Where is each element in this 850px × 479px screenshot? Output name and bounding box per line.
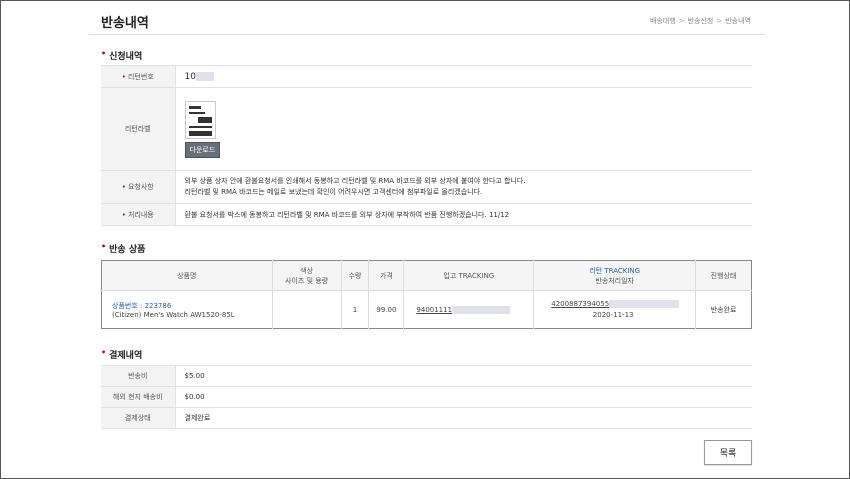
qty-cell: 1 — [341, 290, 370, 329]
in-tracking-cell: 94001111 — [403, 290, 535, 329]
table-row: 해외 현지 배송비 $0.00 — [101, 386, 752, 408]
return-label-label: 리턴라벨 — [101, 87, 176, 171]
application-section-title: • 신청내역 — [101, 49, 143, 62]
breadcrumb: 배송대행 > 반송신청 > 반송내역 — [650, 16, 751, 26]
return-number-value: 10 — [175, 65, 752, 88]
return-label-cell: 다운로드 — [175, 87, 752, 171]
header-divider — [89, 34, 765, 35]
payment-status-value: 결제완료 — [175, 407, 752, 429]
processing-label: • 처리내용 — [101, 203, 176, 226]
price-cell: 99.00 — [368, 290, 405, 329]
breadcrumb-item-shipping[interactable]: 배송대행 — [650, 17, 676, 25]
table-row: 상품번호 : 223786 (Citizen) Men's Watch AW15… — [101, 290, 752, 329]
processing-value: 환불 요청서를 박스에 동봉하고 리턴라벨 및 RMA 바코드를 외부 상자에 … — [175, 203, 752, 226]
col-header-price: 가격 — [368, 260, 405, 291]
application-table: • 리턴번호 10 리턴라벨 다운로드 • 요청사항 외부 상품 상자 안에 환… — [101, 65, 752, 226]
required-dot-icon: • — [121, 210, 126, 219]
col-header-return-tracking: 리턴 TRACKING 반송처리일자 — [533, 260, 697, 291]
local-shipping-fee-value: $0.00 — [175, 386, 752, 408]
local-shipping-fee-label: 해외 현지 배송비 — [101, 386, 176, 408]
required-dot-icon: • — [121, 183, 126, 191]
return-number-label: • 리턴번호 — [101, 65, 176, 88]
shipping-fee-label: 반송비 — [101, 365, 176, 387]
table-row: 반송비 $5.00 — [101, 365, 752, 387]
chevron-right-icon: > — [678, 17, 685, 25]
redacted-block — [452, 305, 511, 314]
col-header-color-size: 색상 사이즈 및 용량 — [272, 260, 342, 291]
col-header-name: 상품명 — [101, 260, 273, 291]
breadcrumb-item-return-history: 반송내역 — [725, 17, 751, 25]
page-frame: 반송내역 배송대행 > 반송신청 > 반송내역 • 신청내역 • 리턴번호 10 리턴라벨 — [2, 2, 848, 477]
request-label: • 요청사항 — [101, 170, 176, 204]
bullet-icon: • — [101, 348, 107, 357]
return-tracking-cell: 4200887394055 2020-11-13 — [533, 290, 697, 329]
page-title: 반송내역 — [101, 16, 149, 31]
payment-section-title: • 결제내역 — [101, 348, 143, 361]
table-row: 결제상태 결제완료 — [101, 407, 752, 429]
required-dot-icon: • — [121, 72, 126, 81]
status-cell: 반송완료 — [710, 305, 737, 314]
download-button[interactable]: 다운로드 — [184, 141, 221, 158]
redacted-block — [609, 300, 680, 308]
bullet-icon: • — [101, 49, 107, 58]
product-number-link[interactable]: 상품번호 : 223786 — [112, 301, 272, 311]
products-section-title: • 반송 상품 — [101, 242, 146, 255]
col-header-in-tracking: 입고 TRACKING — [403, 260, 535, 291]
return-tracking-link[interactable]: 4200887394055 — [551, 300, 695, 308]
in-tracking-link[interactable]: 94001111 — [416, 305, 511, 314]
request-value: 외부 상품 상자 안에 환불요청서를 인쇄해서 동봉하고 리턴라벨 및 RMA … — [175, 170, 752, 204]
color-size-cell — [272, 290, 342, 329]
payment-status-label: 결제상태 — [101, 407, 176, 429]
chevron-right-icon: > — [716, 17, 723, 25]
product-cell: 상품번호 : 223786 (Citizen) Men's Watch AW15… — [101, 290, 273, 329]
return-date: 2020-11-13 — [592, 311, 634, 319]
products-table: 상품명 색상 사이즈 및 용량 수량 가격 입고 TRACKING 리턴 TRAC… — [101, 260, 752, 329]
product-name: (Citizen) Men's Watch AW1520-85L — [112, 310, 235, 319]
col-header-qty: 수량 — [341, 260, 370, 291]
col-header-status: 진행상태 — [695, 260, 752, 291]
shipping-fee-value: $5.00 — [175, 365, 752, 387]
return-label-thumbnail[interactable] — [184, 100, 216, 139]
redacted-block — [195, 72, 214, 81]
bullet-icon: • — [101, 242, 107, 251]
list-button[interactable]: 목록 — [704, 440, 752, 465]
breadcrumb-item-return-request[interactable]: 반송신청 — [688, 17, 714, 25]
payment-table: 반송비 $5.00 해외 현지 배송비 $0.00 결제상태 결제완료 — [101, 365, 752, 429]
